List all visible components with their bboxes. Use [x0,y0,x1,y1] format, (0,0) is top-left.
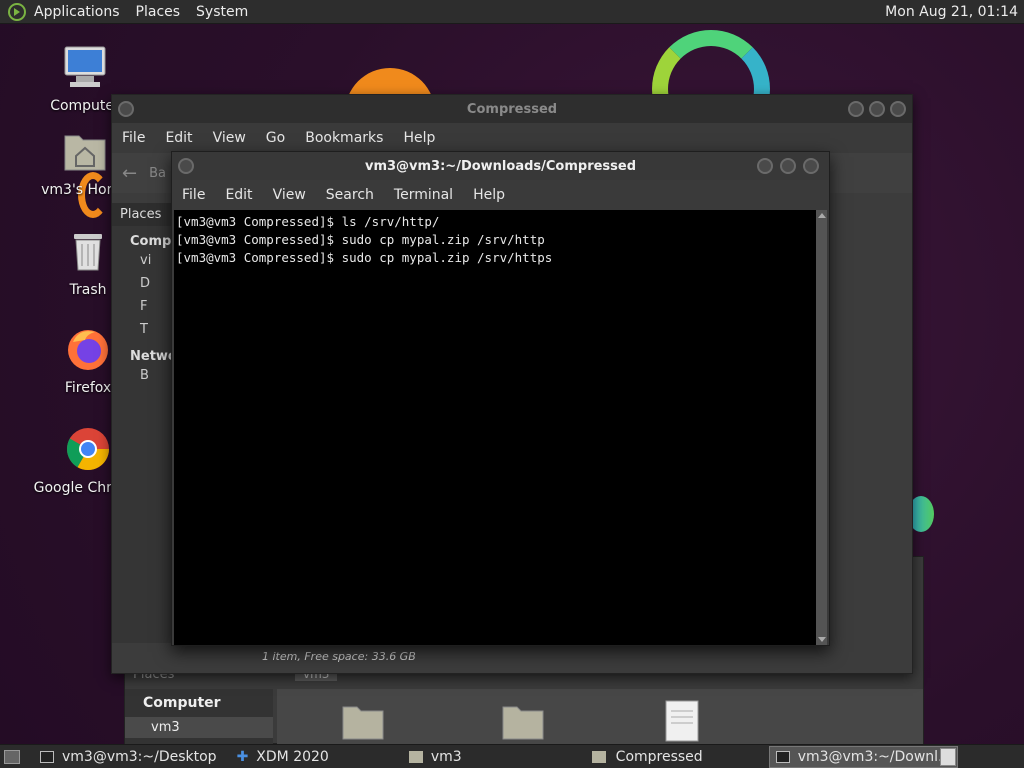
document-icon[interactable] [663,699,701,743]
back-button-label[interactable]: Ba [149,166,166,181]
terminal-line: [vm3@vm3 Compressed]$ sudo cp mypal.zip … [176,250,553,265]
computer-icon [64,46,106,87]
applications-menu[interactable]: Applications [34,4,120,20]
places-menu[interactable]: Places [136,4,181,20]
menu-bookmarks[interactable]: Bookmarks [295,130,393,146]
menu-file[interactable]: File [172,187,215,203]
folder-icon [591,750,606,763]
taskbar-item-label: XDM 2020 [256,748,329,765]
taskbar-item-vm3[interactable]: vm3 [403,746,468,768]
window-titlebar[interactable]: vm3@vm3:~/Downloads/Compressed [172,152,829,180]
menu-terminal[interactable]: Terminal [384,187,463,203]
trash-icon [74,234,102,271]
menu-help[interactable]: Help [463,187,515,203]
sidebar-item-trash[interactable]: T [112,318,172,341]
taskbar-item-label: vm3 [430,748,462,765]
window-menu-icon[interactable] [178,158,194,174]
taskbar-item-compressed-terminal[interactable]: vm3@vm3:~/Downl... [768,745,959,768]
menu-view[interactable]: View [263,187,316,203]
file-view [277,689,923,745]
close-button[interactable] [803,158,819,174]
sidebar-header[interactable]: Places [112,203,172,226]
maximize-button[interactable] [780,158,796,174]
taskbar: vm3@vm3:~/Desktop ✚ XDM 2020 vm3 Compres… [0,744,1024,768]
menu-file[interactable]: File [112,130,155,146]
status-bar: 1 item, Free space: 33.6 GB [262,650,416,663]
window-titlebar[interactable]: Compressed [112,95,912,123]
mate-menu-icon[interactable] [8,2,26,21]
menu-edit[interactable]: Edit [155,130,202,146]
top-panel: Applications Places System Mon Aug 21, 0… [0,0,1024,24]
scroll-down-icon[interactable] [818,637,826,642]
taskbar-item-desktop-terminal[interactable]: vm3@vm3:~/Desktop [34,746,223,768]
home-folder-icon [64,135,106,171]
menu-search[interactable]: Search [316,187,384,203]
maximize-button[interactable] [869,101,885,117]
sidebar-section-computer: Computer [143,695,221,711]
terminal-line: [vm3@vm3 Compressed]$ sudo cp mypal.zip … [176,232,545,247]
menu-view[interactable]: View [203,130,256,146]
window-title: vm3@vm3:~/Downloads/Compressed [364,158,637,174]
sidebar-item-desktop[interactable]: D [112,272,172,295]
sidebar: Places Compu vi D F T Netwo B [112,203,181,643]
folder-icon[interactable] [341,701,385,741]
taskbar-item-label: vm3@vm3:~/Desktop [62,748,217,765]
taskbar-item-xdm[interactable]: ✚ XDM 2020 [231,746,335,768]
minimize-button[interactable] [848,101,864,117]
xdm-icon: ✚ [236,748,249,765]
clock[interactable]: Mon Aug 21, 01:14 [885,4,1018,20]
sidebar-item-home[interactable]: vi [112,249,172,272]
sidebar-section-network: Netwo [130,349,177,364]
home-folder-icon [408,750,423,763]
menu-go[interactable]: Go [256,130,295,146]
taskbar-item-label: vm3@vm3:~/Downl... [797,748,952,765]
menubar: File Edit View Go Bookmarks Help [112,123,912,153]
terminal-output[interactable]: [vm3@vm3 Compressed]$ ls /srv/http/ [vm3… [174,210,816,645]
sidebar-item-browse-network[interactable]: B [112,364,172,387]
sidebar-item-filesystem[interactable]: F [112,295,172,318]
sidebar-item-vm3[interactable]: vm3 [125,717,273,738]
minimize-button[interactable] [757,158,773,174]
folder-icon[interactable] [501,701,545,741]
terminal-window[interactable]: vm3@vm3:~/Downloads/Compressed File Edit… [171,151,830,646]
firefox-icon [68,330,108,370]
scrollbar[interactable] [816,210,827,645]
workspace-switcher-icon[interactable] [940,747,956,766]
taskbar-item-compressed[interactable]: Compressed [586,746,709,768]
sidebar: Computer vm3 [125,689,273,745]
menubar: File Edit View Search Terminal Help [172,180,829,210]
back-icon[interactable]: ← [122,163,137,184]
menu-help[interactable]: Help [393,130,445,146]
scroll-up-icon[interactable] [818,213,826,218]
terminal-icon [775,750,790,763]
chrome-icon [66,428,109,471]
terminal-line: [vm3@vm3 Compressed]$ ls /srv/http/ [176,214,440,229]
show-desktop-icon[interactable] [4,749,20,764]
window-title: Compressed [466,101,558,117]
taskbar-item-label: Compressed [615,748,703,765]
terminal-icon [40,750,54,763]
sidebar-section-computer: Compu [130,234,181,249]
close-button[interactable] [890,101,906,117]
menu-edit[interactable]: Edit [215,187,262,203]
system-menu[interactable]: System [196,4,248,20]
window-menu-icon[interactable] [118,101,134,117]
